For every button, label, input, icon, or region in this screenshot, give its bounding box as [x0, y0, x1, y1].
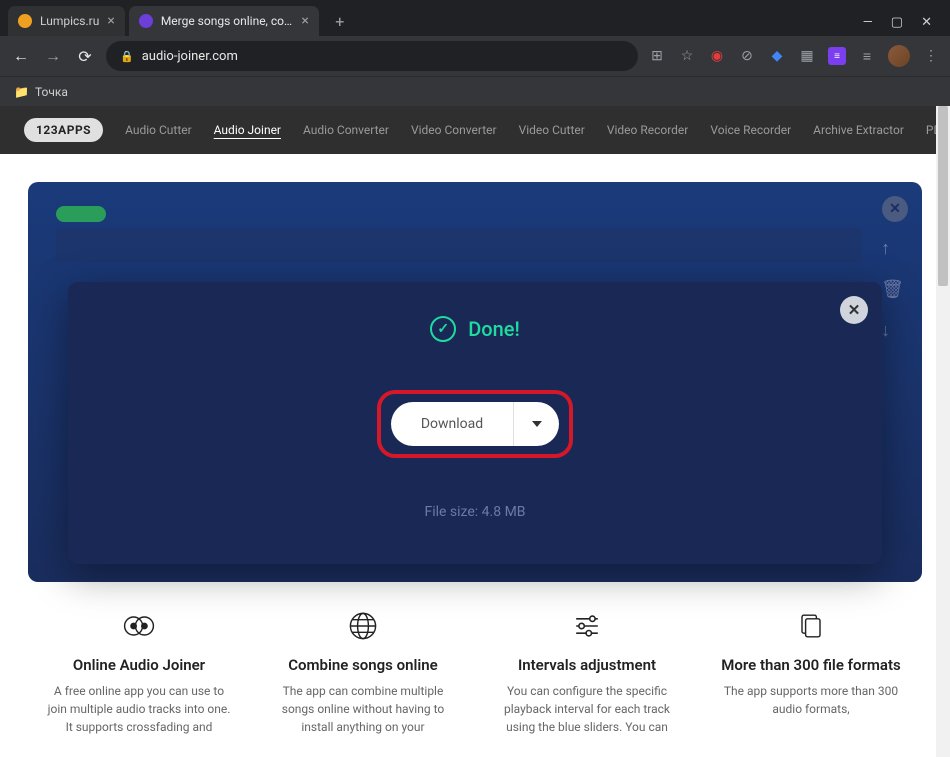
new-tab-button[interactable]: +: [327, 8, 353, 34]
nav-item[interactable]: Audio Converter: [303, 123, 389, 137]
window-controls: ― ▢ ✕: [863, 15, 942, 36]
audio-track[interactable]: [56, 228, 862, 262]
nav-item[interactable]: Video Recorder: [607, 123, 689, 137]
nav-item[interactable]: Voice Recorder: [710, 123, 791, 137]
menu-icon[interactable]: ⋮: [922, 47, 940, 65]
download-highlight: Download: [377, 390, 573, 458]
extension-icon[interactable]: ⊘: [738, 47, 756, 65]
globe-icon: [268, 606, 458, 646]
move-up-icon[interactable]: ↑: [881, 238, 904, 259]
extension-icon[interactable]: ▦: [798, 47, 816, 65]
download-modal: ✕ ✓ Done! Download File size: 4.8 MB: [68, 282, 882, 564]
tab-label: Merge songs online, combine m...: [161, 14, 294, 28]
reload-icon[interactable]: ⟳: [74, 47, 96, 66]
nav-item[interactable]: Archive Extractor: [813, 123, 904, 137]
translate-icon[interactable]: ⊞: [648, 47, 666, 65]
extension-icon[interactable]: ◆: [768, 47, 786, 65]
delete-icon[interactable]: 🗑: [881, 279, 904, 300]
browser-toolbar: ← → ⟳ 🔒 audio-joiner.com ⊞ ☆ ◉ ⊘ ◆ ▦ ≡ ≡…: [0, 36, 950, 76]
sliders-icon: [492, 606, 682, 646]
panel-close-icon[interactable]: ✕: [882, 196, 908, 222]
done-label: Done!: [468, 317, 520, 341]
download-dropdown-button[interactable]: [513, 402, 559, 446]
nav-item[interactable]: Video Converter: [411, 123, 497, 137]
folder-icon: 📁: [14, 85, 29, 99]
maximize-icon[interactable]: ▢: [891, 15, 903, 30]
filesize-text: File size: 4.8 MB: [424, 504, 525, 520]
move-down-icon[interactable]: ↓: [881, 320, 904, 341]
feature-desc: The app supports more than 300 audio for…: [716, 682, 906, 718]
feature-title: Combine songs online: [268, 656, 458, 674]
feature-card: More than 300 file formats The app suppo…: [716, 606, 906, 736]
star-icon[interactable]: ☆: [678, 47, 696, 65]
close-window-icon[interactable]: ✕: [921, 15, 932, 30]
feature-desc: A free online app you can use to join mu…: [44, 682, 234, 736]
track-actions: ↑ 🗑 ↓: [881, 238, 904, 341]
feature-card: Combine songs online The app can combine…: [268, 606, 458, 736]
extensions-area: ⊞ ☆ ◉ ⊘ ◆ ▦ ≡ ≡ ⋮: [648, 45, 940, 67]
back-icon[interactable]: ←: [10, 46, 32, 66]
features-row: Online Audio Joiner A free online app yo…: [0, 582, 950, 736]
feature-title: Online Audio Joiner: [44, 656, 234, 674]
scrollbar-thumb[interactable]: [938, 106, 948, 286]
lock-icon: 🔒: [120, 50, 134, 63]
forward-icon[interactable]: →: [42, 46, 64, 66]
feature-desc: The app can combine multiple songs onlin…: [268, 682, 458, 736]
close-icon[interactable]: ×: [107, 14, 114, 28]
download-button[interactable]: Download: [391, 416, 513, 432]
joiner-icon: [44, 606, 234, 646]
nav-item-active[interactable]: Audio Joiner: [214, 123, 281, 137]
page-viewport: 123APPS Audio Cutter Audio Joiner Audio …: [0, 106, 950, 757]
done-status: ✓ Done!: [430, 316, 520, 342]
feature-title: Intervals adjustment: [492, 656, 682, 674]
bookmarks-bar: 📁 Точка: [0, 76, 950, 106]
close-icon[interactable]: ×: [301, 14, 308, 28]
feature-desc: You can configure the specific playback …: [492, 682, 682, 736]
site-logo[interactable]: 123APPS: [24, 118, 103, 142]
download-button-group: Download: [391, 402, 559, 446]
extension-icon[interactable]: ◉: [708, 47, 726, 65]
favicon: [18, 14, 32, 28]
modal-close-button[interactable]: ✕: [840, 296, 868, 324]
check-circle-icon: ✓: [430, 316, 456, 342]
feature-title: More than 300 file formats: [716, 656, 906, 674]
profile-avatar[interactable]: [888, 45, 910, 67]
feature-card: Online Audio Joiner A free online app yo…: [44, 606, 234, 736]
feature-card: Intervals adjustment You can configure t…: [492, 606, 682, 736]
track-time-tag: [56, 206, 106, 222]
browser-titlebar: Lumpics.ru × Merge songs online, combine…: [0, 0, 950, 36]
nav-item[interactable]: Video Cutter: [519, 123, 585, 137]
scrollbar-track: [936, 106, 950, 757]
address-bar[interactable]: 🔒 audio-joiner.com: [106, 41, 638, 71]
extension-icon[interactable]: ≡: [828, 47, 846, 65]
bookmark-item[interactable]: Точка: [35, 85, 68, 99]
tab-inactive[interactable]: Lumpics.ru ×: [8, 6, 125, 36]
favicon: [139, 14, 153, 28]
files-icon: [716, 606, 906, 646]
tab-active[interactable]: Merge songs online, combine m... ×: [129, 6, 319, 36]
reading-list-icon[interactable]: ≡: [858, 47, 876, 65]
url-text: audio-joiner.com: [142, 49, 238, 64]
editor-panel: ✕ ↑ 🗑 ↓ ✕ ✓ Done! Download: [28, 182, 922, 582]
nav-item[interactable]: Audio Cutter: [125, 123, 192, 137]
site-nav: 123APPS Audio Cutter Audio Joiner Audio …: [0, 106, 950, 154]
tab-label: Lumpics.ru: [40, 14, 99, 28]
minimize-icon[interactable]: ―: [863, 15, 873, 30]
